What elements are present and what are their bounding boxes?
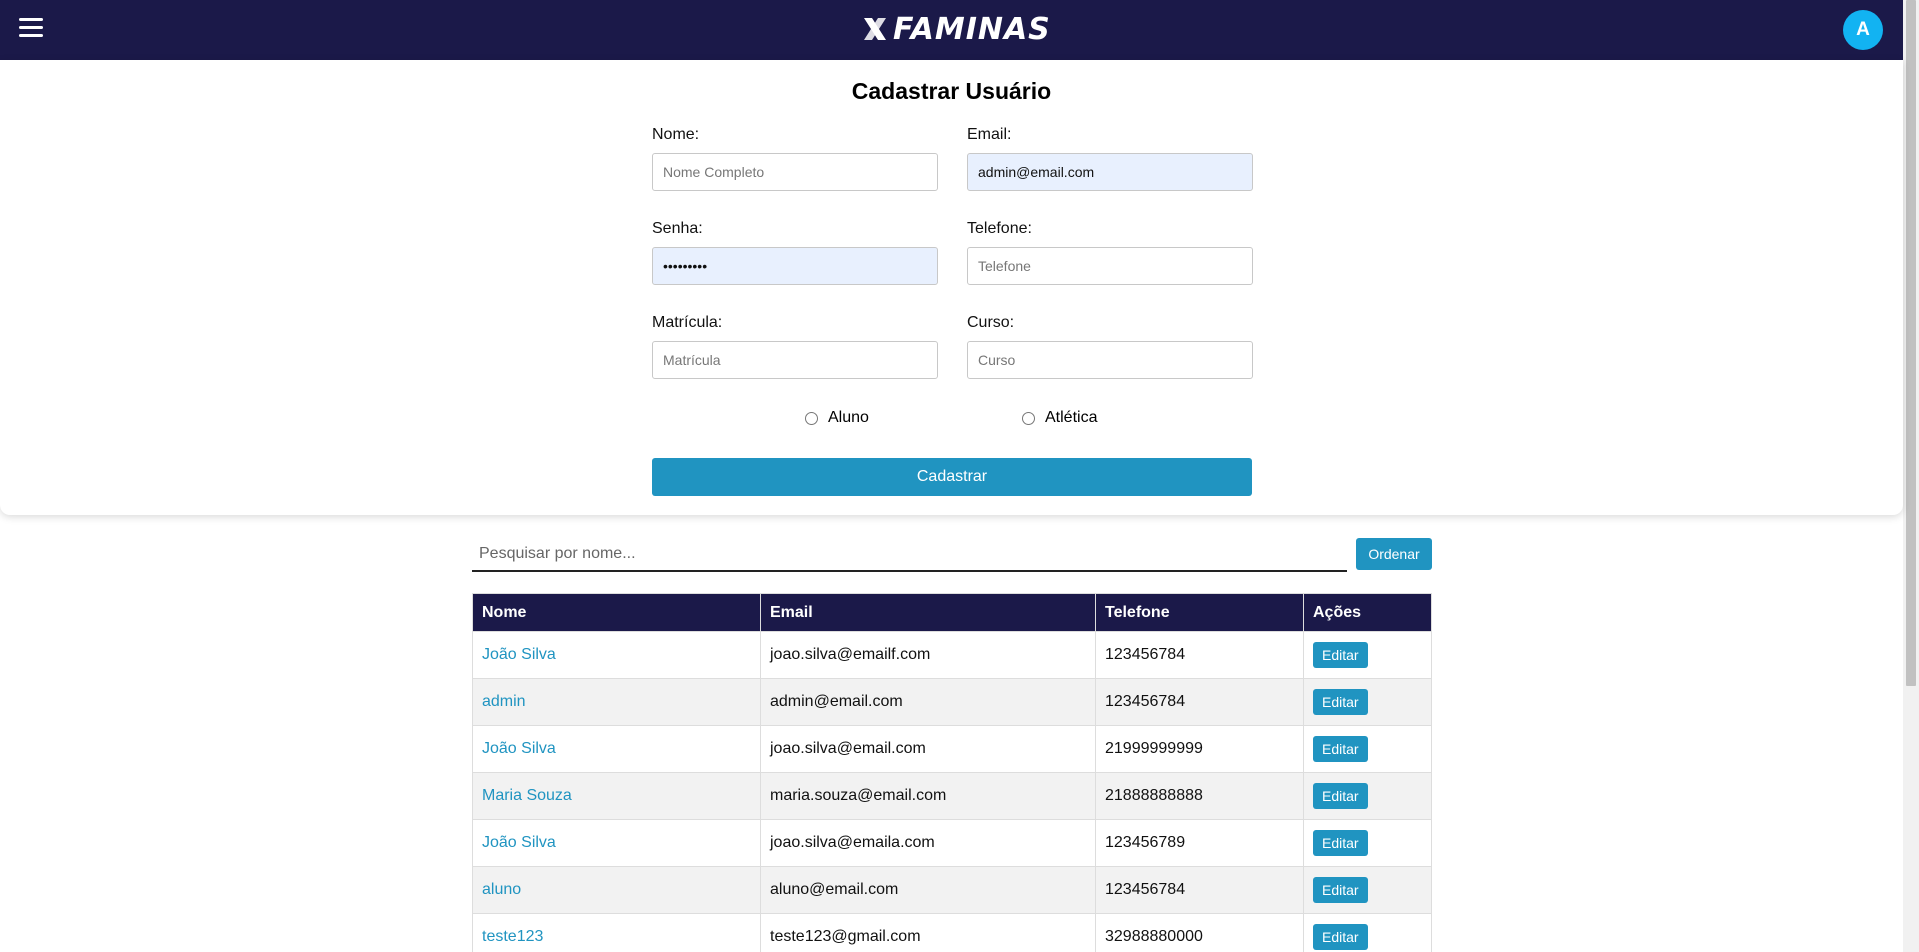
table-row: João Silva joao.silva@email.com 21999999… bbox=[472, 725, 1432, 773]
user-telefone: 123456789 bbox=[1095, 819, 1304, 867]
edit-button[interactable]: Editar bbox=[1313, 830, 1368, 856]
user-email: teste123@gmail.com bbox=[760, 913, 1096, 952]
radio-atletica[interactable] bbox=[1022, 411, 1035, 425]
matricula-field-group: Matrícula: bbox=[652, 314, 938, 379]
user-avatar[interactable]: A bbox=[1843, 10, 1883, 50]
sort-button[interactable]: Ordenar bbox=[1356, 538, 1432, 570]
faminas-logo: FAMINAS bbox=[861, 11, 1051, 47]
user-email: joao.silva@emaila.com bbox=[760, 819, 1096, 867]
user-email: joao.silva@email.com bbox=[760, 725, 1096, 773]
column-header-acoes: Ações bbox=[1303, 593, 1432, 632]
edit-button[interactable]: Editar bbox=[1313, 783, 1368, 809]
user-name-link[interactable]: João Silva bbox=[482, 834, 556, 851]
radio-atletica-label: Atlética bbox=[1045, 409, 1098, 426]
brand-name: FAMINAS bbox=[893, 11, 1051, 47]
users-table: Nome Email Telefone Ações João Silva joa… bbox=[472, 593, 1432, 952]
matricula-input[interactable] bbox=[652, 341, 938, 379]
hamburger-menu-icon[interactable] bbox=[19, 18, 43, 40]
nome-input[interactable] bbox=[652, 153, 938, 191]
user-telefone: 123456784 bbox=[1095, 678, 1304, 726]
table-row: aluno aluno@email.com 123456784 Editar bbox=[472, 866, 1432, 914]
table-row: Maria Souza maria.souza@email.com 218888… bbox=[472, 772, 1432, 820]
scrollbar-thumb[interactable] bbox=[1906, 0, 1916, 686]
logo-x-icon bbox=[864, 18, 886, 40]
table-row: João Silva joao.silva@emaila.com 1234567… bbox=[472, 819, 1432, 867]
table-row: teste123 teste123@gmail.com 32988880000 … bbox=[472, 913, 1432, 952]
telefone-label: Telefone: bbox=[967, 220, 1032, 237]
radio-aluno[interactable] bbox=[805, 411, 818, 425]
table-row: admin admin@email.com 123456784 Editar bbox=[472, 678, 1432, 726]
user-name-link[interactable]: João Silva bbox=[482, 646, 556, 663]
column-header-nome: Nome bbox=[472, 593, 761, 632]
user-name-link[interactable]: aluno bbox=[482, 881, 521, 898]
user-telefone: 21888888888 bbox=[1095, 772, 1304, 820]
user-email: aluno@email.com bbox=[760, 866, 1096, 914]
email-input[interactable] bbox=[967, 153, 1253, 191]
column-header-email: Email bbox=[760, 593, 1096, 632]
radio-aluno-option[interactable]: Aluno bbox=[805, 409, 869, 427]
telefone-input[interactable] bbox=[967, 247, 1253, 285]
user-name-link[interactable]: João Silva bbox=[482, 740, 556, 757]
telefone-field-group: Telefone: bbox=[967, 220, 1253, 285]
edit-button[interactable]: Editar bbox=[1313, 642, 1368, 668]
form-title: Cadastrar Usuário bbox=[851, 78, 1052, 104]
curso-label: Curso: bbox=[967, 314, 1015, 331]
edit-button[interactable]: Editar bbox=[1313, 736, 1368, 762]
register-user-form: Cadastrar Usuário Nome: Email: Senha: Te… bbox=[0, 60, 1903, 515]
email-field-group: Email: bbox=[967, 126, 1253, 191]
curso-input[interactable] bbox=[967, 341, 1253, 379]
curso-field-group: Curso: bbox=[967, 314, 1253, 379]
table-row: João Silva joao.silva@emailf.com 1234567… bbox=[472, 631, 1432, 679]
user-telefone: 21999999999 bbox=[1095, 725, 1304, 773]
user-telefone: 32988880000 bbox=[1095, 913, 1304, 952]
top-navbar: FAMINAS A bbox=[0, 0, 1903, 60]
column-header-telefone: Telefone bbox=[1095, 593, 1304, 632]
senha-field-group: Senha: bbox=[652, 220, 938, 285]
edit-button[interactable]: Editar bbox=[1313, 924, 1368, 950]
senha-label: Senha: bbox=[652, 220, 703, 237]
user-telefone: 123456784 bbox=[1095, 866, 1304, 914]
cadastrar-button[interactable]: Cadastrar bbox=[652, 458, 1252, 496]
matricula-label: Matrícula: bbox=[652, 314, 723, 331]
user-email: joao.silva@emailf.com bbox=[760, 631, 1096, 679]
user-name-link[interactable]: teste123 bbox=[482, 928, 543, 945]
user-telefone: 123456784 bbox=[1095, 631, 1304, 679]
nome-label: Nome: bbox=[652, 126, 700, 143]
radio-aluno-label: Aluno bbox=[828, 409, 869, 426]
nome-field-group: Nome: bbox=[652, 126, 938, 191]
senha-input[interactable] bbox=[652, 247, 938, 285]
user-email: admin@email.com bbox=[760, 678, 1096, 726]
user-name-link[interactable]: admin bbox=[482, 693, 526, 710]
user-email: maria.souza@email.com bbox=[760, 772, 1096, 820]
edit-button[interactable]: Editar bbox=[1313, 689, 1368, 715]
edit-button[interactable]: Editar bbox=[1313, 877, 1368, 903]
user-name-link[interactable]: Maria Souza bbox=[482, 787, 572, 804]
page-scrollbar[interactable] bbox=[1903, 0, 1919, 952]
search-input[interactable] bbox=[472, 538, 1347, 572]
table-header-row: Nome Email Telefone Ações bbox=[472, 593, 1432, 632]
email-label: Email: bbox=[967, 126, 1012, 143]
radio-atletica-option[interactable]: Atlética bbox=[1022, 409, 1097, 427]
